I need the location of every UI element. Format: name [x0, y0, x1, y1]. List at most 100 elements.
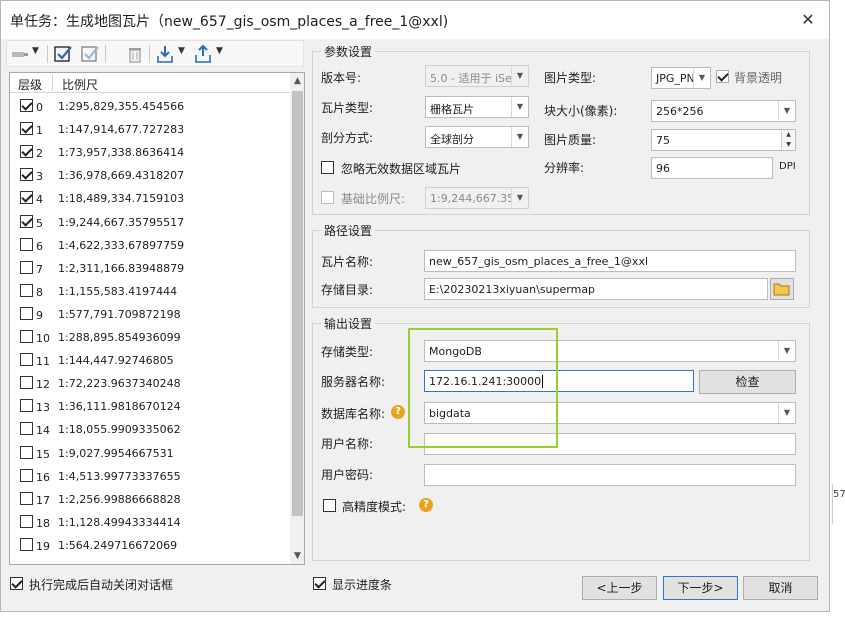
block-size-select[interactable]: 256*256 ▼ [651, 100, 796, 122]
scale-value: 1:2,256.99886668828 [58, 492, 181, 506]
table-row[interactable]: 6 1:4,622,333.67897759 [10, 233, 290, 256]
chevron-down-icon[interactable]: ▼ [511, 97, 528, 117]
password-input[interactable] [424, 464, 796, 486]
level-checkbox[interactable] [20, 445, 33, 459]
table-row[interactable]: 5 1:9,244,667.35795517 [10, 210, 290, 233]
image-quality-label: 图片质量: [544, 133, 597, 147]
level-value: 3 [36, 170, 43, 184]
scale-column-header[interactable]: 比例尺 [62, 76, 98, 93]
level-checkbox[interactable] [20, 353, 33, 367]
scale-value: 1:36,111.9818670124 [58, 400, 181, 414]
select-all-icon[interactable] [53, 44, 73, 64]
chevron-down-icon[interactable]: ▼ [511, 127, 528, 147]
add-layer-icon[interactable] [10, 44, 30, 64]
level-checkbox[interactable] [20, 491, 33, 505]
table-row[interactable]: 2 1:73,957,338.8636414 [10, 140, 290, 163]
level-checkbox[interactable] [20, 260, 33, 274]
table-row[interactable]: 8 1:1,155,583.4197444 [10, 279, 290, 302]
base-scale-checkbox[interactable] [321, 191, 334, 204]
level-column-header[interactable]: 层级 [18, 76, 42, 93]
help-icon[interactable]: ? [419, 498, 433, 512]
browse-folder-button[interactable] [770, 278, 794, 300]
tile-type-select[interactable]: 栅格瓦片 ▼ [425, 96, 529, 118]
level-checkbox[interactable] [20, 237, 33, 251]
export-icon[interactable] [193, 44, 213, 64]
spin-down-icon[interactable]: ▼ [781, 140, 795, 150]
import-icon[interactable] [155, 44, 175, 64]
import-dropdown-chevron-icon[interactable]: ▼ [178, 46, 185, 56]
help-icon[interactable]: ? [391, 405, 405, 419]
add-dropdown-chevron-icon[interactable]: ▼ [32, 46, 39, 56]
image-quality-stepper[interactable]: 75 ▲ ▼ [651, 129, 796, 151]
level-checkbox[interactable] [20, 122, 33, 136]
table-row[interactable]: 7 1:2,311,166.83948879 [10, 256, 290, 279]
table-row[interactable]: 3 1:36,978,669.4318207 [10, 163, 290, 186]
transparent-checkbox[interactable] [716, 70, 729, 83]
scroll-up-icon[interactable]: ▲ [290, 73, 304, 89]
table-row[interactable]: 18 1:1,128.49943334414 [10, 510, 290, 533]
cancel-button[interactable]: 取消 [743, 576, 818, 600]
next-button[interactable]: 下一步> [663, 576, 738, 600]
level-checkbox[interactable] [20, 99, 33, 112]
storage-dir-input[interactable]: E:\20230213xiyuan\supermap [424, 278, 768, 300]
export-dropdown-chevron-icon[interactable]: ▼ [216, 46, 223, 56]
base-scale-select[interactable]: 1:9,244,667.3579 ▼ [425, 187, 529, 209]
chevron-down-icon[interactable]: ▼ [511, 188, 528, 208]
scale-value: 1:295,829,355.454566 [58, 100, 185, 113]
auto-close-checkbox[interactable] [10, 577, 23, 590]
table-row[interactable]: 16 1:4,513.99773337655 [10, 464, 290, 487]
level-checkbox[interactable] [20, 214, 33, 228]
level-checkbox[interactable] [20, 422, 33, 436]
table-row[interactable]: 19 1:564.249716672069 [10, 533, 290, 556]
table-row[interactable]: 11 1:144,447.92746805 [10, 348, 290, 371]
spin-up-icon[interactable]: ▲ [781, 130, 795, 140]
close-icon[interactable]: ✕ [797, 9, 819, 31]
level-checkbox[interactable] [20, 399, 33, 413]
table-row[interactable]: 9 1:577,791.709872198 [10, 302, 290, 325]
level-checkbox[interactable] [20, 468, 33, 482]
table-row[interactable]: 17 1:2,256.99886668828 [10, 487, 290, 510]
chevron-down-icon[interactable]: ▼ [778, 403, 795, 423]
table-row[interactable]: 13 1:36,111.9818670124 [10, 394, 290, 417]
level-checkbox[interactable] [20, 191, 33, 205]
level-checkbox[interactable] [20, 376, 33, 390]
chevron-down-icon[interactable]: ▼ [693, 68, 710, 88]
level-checkbox[interactable] [20, 514, 33, 528]
tile-name-input[interactable]: new_657_gis_osm_places_a_free_1@xxl [424, 250, 796, 272]
high-precision-checkbox[interactable] [323, 499, 336, 512]
list-scrollbar[interactable]: ▲ ▼ [290, 73, 304, 564]
level-checkbox[interactable] [20, 330, 33, 343]
level-checkbox[interactable] [20, 537, 33, 551]
chevron-down-icon[interactable]: ▼ [778, 341, 795, 361]
table-row[interactable]: 12 1:72,223.9637340248 [10, 371, 290, 394]
scrollbar-thumb[interactable] [292, 91, 303, 516]
prev-button[interactable]: <上一步 [582, 576, 657, 600]
password-label: 用户密码: [321, 468, 374, 482]
version-select[interactable]: 5.0 - 适用于 iSe ▼ [425, 65, 529, 87]
scale-value: 1:1,155,583.4197444 [58, 284, 178, 298]
toolbar-separator [47, 45, 48, 63]
table-row[interactable]: 15 1:9,027.9954667531 [10, 441, 290, 464]
chevron-down-icon[interactable]: ▼ [778, 101, 795, 121]
table-row[interactable]: 14 1:18,055.9909335062 [10, 417, 290, 440]
table-row[interactable]: 4 1:18,489,334.7159103 [10, 186, 290, 209]
transparent-label: 背景透明 [734, 71, 783, 85]
select-inverse-icon[interactable] [80, 44, 100, 64]
chevron-down-icon[interactable]: ▼ [511, 66, 528, 86]
table-row[interactable]: 0 1:295,829,355.454566 [10, 94, 290, 117]
table-row[interactable]: 10 1:288,895.854936099 [10, 325, 290, 348]
check-button[interactable]: 检查 [699, 370, 796, 394]
delete-icon[interactable] [125, 44, 145, 64]
show-progress-checkbox[interactable] [313, 577, 326, 590]
level-checkbox[interactable] [20, 168, 33, 182]
table-row[interactable]: 1 1:147,914,677.727283 [10, 117, 290, 140]
split-method-select[interactable]: 全球剖分 ▼ [425, 126, 529, 148]
level-checkbox[interactable] [20, 145, 33, 159]
scroll-down-icon[interactable]: ▼ [290, 548, 304, 564]
resolution-input[interactable]: 96 [651, 157, 773, 179]
ignore-invalid-checkbox[interactable] [321, 161, 334, 174]
image-type-label: 图片类型: [544, 71, 597, 85]
image-type-select[interactable]: JPG_PN ▼ [651, 67, 711, 89]
level-checkbox[interactable] [20, 306, 33, 320]
level-checkbox[interactable] [20, 283, 33, 297]
